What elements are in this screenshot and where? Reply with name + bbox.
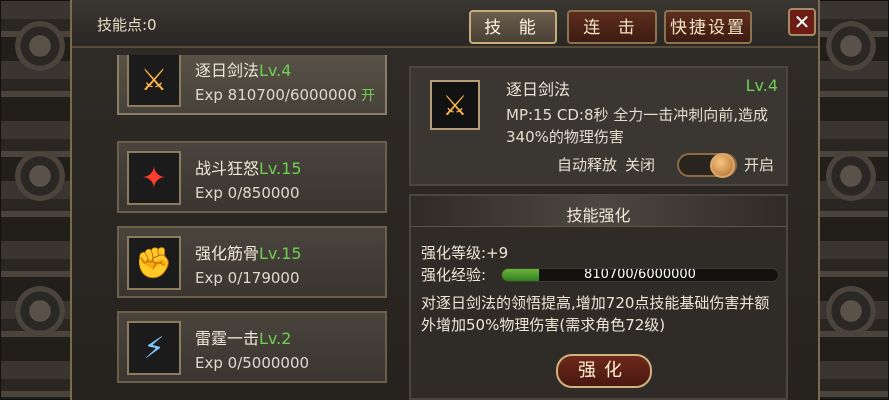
- top-bar: 技能点:0 技 能 连 击 快捷设置 ✕: [72, 0, 818, 48]
- enhance-progress-bar: 810700/6000000: [501, 268, 779, 282]
- tab-skills[interactable]: 技 能: [469, 10, 557, 44]
- tab-shortcut-settings[interactable]: 快捷设置: [664, 10, 752, 44]
- right-ornate-pillar: [809, 0, 889, 400]
- left-ornate-pillar: [0, 0, 80, 400]
- skill-card-qianghua[interactable]: ✊ 强化筋骨Lv.15 Exp 0/179000: [117, 226, 387, 298]
- lightning-icon: ⚡: [127, 321, 181, 375]
- skill-enhance-panel: 技能强化 强化等级:+9 强化经验: 810700/6000000 对逐日剑法的…: [409, 194, 788, 400]
- detail-skill-name: 逐日剑法: [506, 80, 571, 99]
- skill-window: 技能点:0 技 能 连 击 快捷设置 ✕ ⚔ 逐日剑法Lv.4 Exp 8107…: [0, 0, 889, 400]
- close-button[interactable]: ✕: [788, 8, 816, 36]
- sword-icon: ⚔: [127, 55, 181, 107]
- toggle-knob: [710, 153, 735, 178]
- skill-name: 雷霆一击Lv.2: [195, 329, 292, 348]
- skill-status-flag: 开: [361, 88, 375, 104]
- sword-icon: ⚔: [430, 80, 480, 130]
- skill-name: 战斗狂怒Lv.15: [195, 159, 302, 178]
- skill-name: 逐日剑法Lv.4: [195, 61, 292, 80]
- pillar-ornament: [15, 21, 65, 71]
- enhance-exp-label: 强化经验:: [421, 266, 487, 284]
- enhance-title: 技能强化: [566, 206, 631, 225]
- pillar-ornament: [15, 286, 65, 336]
- skill-detail-panel: ⚔ 逐日剑法 Lv.4 MP:15 CD:8秒 全力一击冲刺向前,造成340%的…: [409, 66, 788, 186]
- detail-skill-description: MP:15 CD:8秒 全力一击冲刺向前,造成340%的物理伤害: [506, 106, 769, 146]
- red-slash-icon: ✦: [127, 151, 181, 205]
- enhance-level: 强化等级:+9: [421, 244, 509, 262]
- skill-list[interactable]: ⚔ 逐日剑法Lv.4 Exp 810700/6000000 开 ✦ 战斗狂怒Lv…: [112, 55, 394, 400]
- auto-release-toggle[interactable]: [677, 153, 737, 178]
- enhance-progress-text: 810700/6000000: [584, 268, 696, 282]
- pillar-ornament: [826, 151, 876, 201]
- pillar-ornament: [826, 286, 876, 336]
- tab-combo[interactable]: 连 击: [567, 10, 657, 44]
- skill-card-zhuri[interactable]: ⚔ 逐日剑法Lv.4 Exp 810700/6000000 开: [117, 55, 387, 115]
- skill-card-leiting[interactable]: ⚡ 雷霆一击Lv.2 Exp 0/5000000: [117, 311, 387, 383]
- skill-name: 强化筋骨Lv.15: [195, 244, 302, 263]
- enhance-button[interactable]: 强化: [556, 354, 652, 388]
- auto-release-on-label: 开启: [744, 156, 775, 174]
- auto-release-label: 自动释放 关闭: [557, 156, 656, 174]
- main-panel: 技能点:0 技 能 连 击 快捷设置 ✕ ⚔ 逐日剑法Lv.4 Exp 8107…: [70, 0, 820, 400]
- pillar-ornament: [826, 21, 876, 71]
- fist-icon: ✊: [127, 236, 181, 290]
- skill-exp: Exp 0/179000: [195, 269, 300, 287]
- skill-exp: Exp 810700/6000000: [195, 86, 357, 104]
- pillar-ornament: [15, 151, 65, 201]
- detail-skill-level: Lv.4: [745, 76, 778, 95]
- enhance-description: 对逐日剑法的领悟提高,增加720点技能基础伤害并额外增加50%物理伤害(需求角色…: [421, 294, 770, 334]
- skill-points: 技能点:0: [97, 16, 157, 34]
- skill-exp: Exp 0/5000000: [195, 354, 310, 372]
- skill-exp: Exp 0/850000: [195, 184, 300, 202]
- skill-card-zhandou[interactable]: ✦ 战斗狂怒Lv.15 Exp 0/850000: [117, 141, 387, 213]
